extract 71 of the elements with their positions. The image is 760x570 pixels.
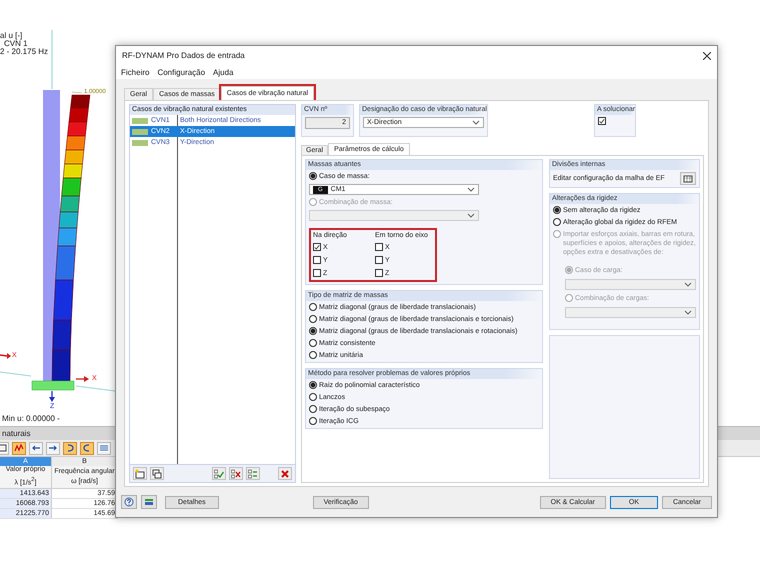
radio-button[interactable] — [309, 393, 317, 401]
new-button[interactable] — [133, 467, 147, 480]
chevron-icon — [472, 120, 480, 125]
radio-button[interactable] — [309, 315, 317, 323]
checkbox[interactable] — [375, 269, 383, 277]
window-title: RF-DYNAM Pro Dados de entrada — [122, 51, 245, 60]
radio-button[interactable] — [309, 339, 317, 347]
cross-icon — [231, 468, 241, 478]
toolbar-button[interactable] — [12, 442, 26, 454]
radio-button[interactable] — [309, 327, 317, 335]
copy-icon — [152, 468, 162, 478]
delete-button[interactable] — [278, 467, 292, 480]
ruler-icon — [144, 497, 154, 507]
checkbox[interactable] — [313, 256, 321, 264]
chevron-icon — [684, 310, 692, 315]
cross-icon — [280, 468, 290, 478]
checkbox[interactable] — [313, 243, 321, 251]
chevron-icon — [467, 187, 475, 192]
graph-icon — [14, 443, 24, 453]
axis-line — [76, 386, 116, 392]
axis-line — [0, 372, 32, 376]
copy-button[interactable] — [150, 467, 164, 480]
radio-button[interactable] — [309, 381, 317, 389]
toolbar-button[interactable] — [80, 442, 94, 454]
lines-icon — [99, 443, 109, 453]
toggle-button[interactable] — [246, 467, 260, 480]
menu-item[interactable]: Ajuda — [213, 68, 234, 76]
folder-icon — [135, 468, 145, 478]
axis-arrow — [76, 376, 89, 382]
radio-button[interactable] — [309, 351, 317, 359]
dropdown-field[interactable] — [565, 307, 696, 318]
table-icon — [0, 443, 7, 453]
units-button[interactable] — [141, 495, 157, 509]
help-icon — [124, 497, 134, 507]
checkbox[interactable] — [375, 256, 383, 264]
checkbox[interactable] — [313, 269, 321, 277]
swap-icon — [248, 468, 258, 478]
radio-button[interactable] — [309, 303, 317, 311]
radio-button[interactable] — [553, 218, 561, 226]
dropdown-field[interactable] — [565, 279, 696, 290]
checkbox[interactable] — [375, 243, 383, 251]
toolbar-button[interactable] — [97, 442, 111, 454]
menu-item[interactable]: Configuração — [157, 68, 206, 76]
mesh-icon — [683, 174, 693, 184]
min-value-label: Min u: 0.00000 - — [2, 414, 60, 423]
menu-item[interactable]: Ficheiro — [121, 68, 150, 76]
checkbox[interactable] — [598, 117, 606, 125]
dropdown-field[interactable] — [309, 210, 479, 221]
uncheck-all-button[interactable] — [229, 467, 243, 480]
close-icon[interactable] — [703, 52, 711, 60]
arrow-right-icon — [48, 443, 58, 453]
help-button[interactable] — [121, 495, 137, 509]
toolbar-button[interactable] — [46, 442, 60, 454]
legend-text: CVN 1 — [4, 39, 28, 48]
toolbar-button[interactable] — [29, 442, 43, 454]
toolbar-button[interactable] — [63, 442, 77, 454]
chevron-icon — [684, 282, 692, 287]
chevron-icon — [467, 213, 475, 218]
radio-button[interactable] — [309, 172, 317, 180]
mesh-settings-button[interactable] — [680, 172, 696, 185]
leader-line — [72, 92, 82, 94]
check-icon — [214, 468, 224, 478]
radio-button[interactable] — [553, 206, 561, 214]
axis-arrow — [0, 353, 11, 359]
arrow-left-icon — [31, 443, 41, 453]
radio-button[interactable] — [309, 417, 317, 425]
check-all-button[interactable] — [212, 467, 226, 480]
radio-button[interactable] — [309, 405, 317, 413]
axis-arrow — [49, 391, 55, 402]
legend-text: al u [-] — [0, 31, 22, 40]
legend-text: 2 - 20.175 Hz — [0, 47, 48, 56]
